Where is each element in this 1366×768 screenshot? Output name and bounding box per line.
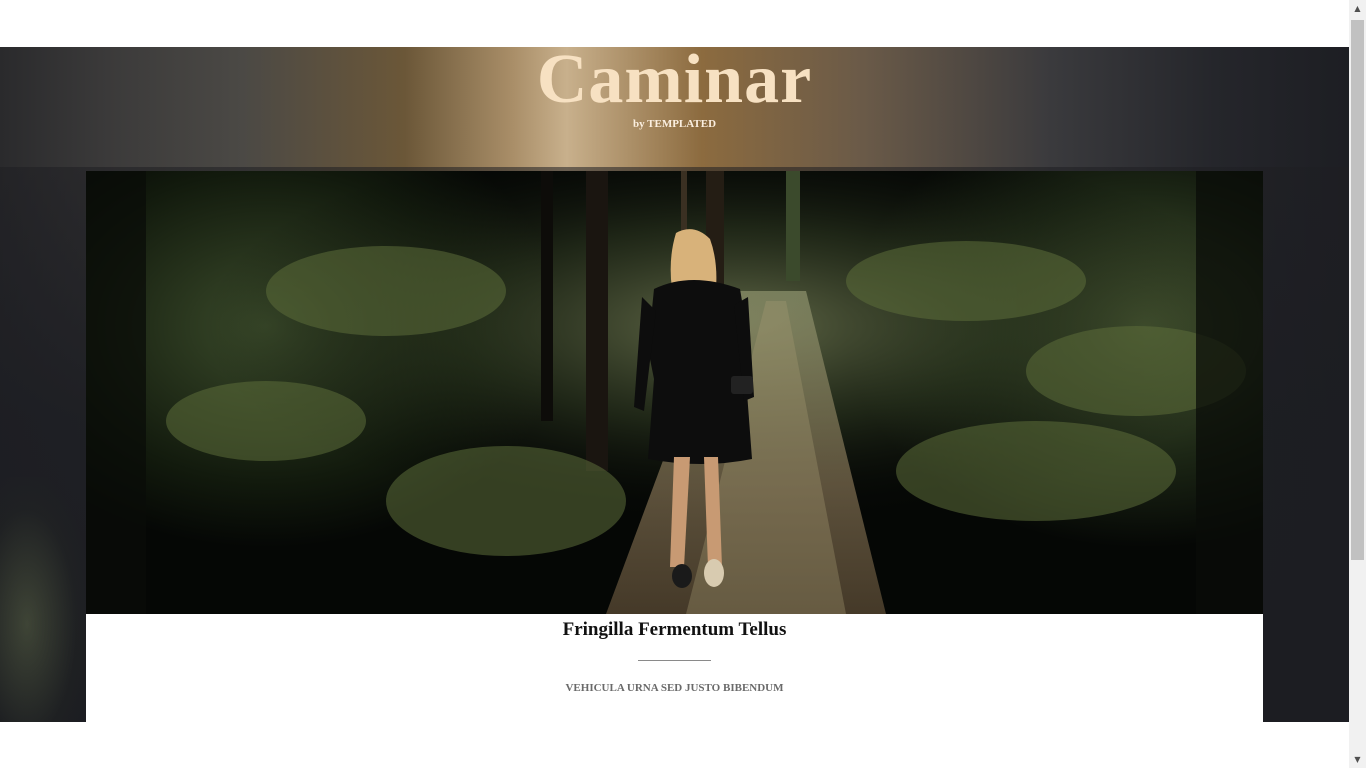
- site-title[interactable]: Caminar: [0, 42, 1349, 118]
- caption-subtitle: VEHICULA URNA SED JUSTO BIBENDUM: [565, 682, 784, 694]
- caption-divider: [638, 660, 711, 661]
- vertical-scrollbar[interactable]: ▲ ▼: [1349, 0, 1366, 768]
- triangle-down-icon[interactable]: ▼: [1349, 751, 1366, 768]
- triangle-up-icon[interactable]: ▲: [1349, 0, 1366, 17]
- hero-background-foliage: [0, 477, 90, 722]
- banner-image: [86, 171, 1263, 614]
- caption-title[interactable]: Fringilla Fermentum Tellus: [86, 619, 1263, 641]
- banner-caption: Fringilla Fermentum Tellus VEHICULA URNA…: [86, 614, 1263, 722]
- scrollbar-thumb[interactable]: [1351, 20, 1364, 560]
- page: Caminar by TEMPLATED Fringilla Fermentum…: [0, 0, 1349, 768]
- forest-photo: [86, 171, 1263, 614]
- site-subtitle: by TEMPLATED: [632, 118, 717, 130]
